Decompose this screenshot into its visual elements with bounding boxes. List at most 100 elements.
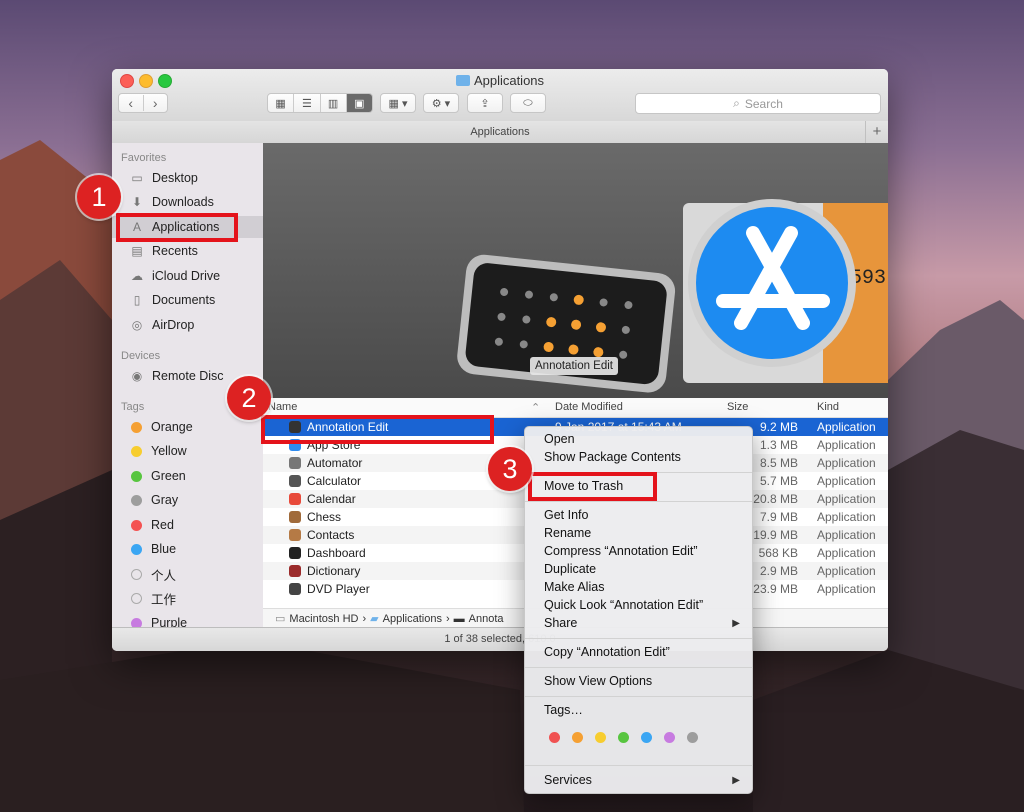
downloads-icon: ⬇ [131, 195, 143, 209]
menu-item-open[interactable]: Open [544, 432, 575, 446]
desktop-icon: ▭ [131, 171, 143, 185]
tag-dot-icon [131, 543, 142, 555]
list-view-button[interactable]: ☰ [294, 94, 321, 112]
menu-item-tags[interactable]: Tags… [544, 703, 583, 717]
column-size[interactable]: Size [727, 401, 748, 413]
arrange-button[interactable]: ▦ ▾ [380, 93, 416, 113]
breadcrumb-app[interactable]: Annota [469, 613, 504, 625]
window-title: Applications [112, 73, 888, 88]
folder-icon [455, 75, 470, 86]
share-button[interactable]: ⇪ [467, 93, 503, 113]
sidebar-tag-personal[interactable]: 个人 [112, 563, 263, 585]
tag-red-dot[interactable] [549, 732, 560, 743]
menu-item-copy[interactable]: Copy “Annotation Edit” [544, 645, 670, 659]
recents-icon: ▤ [131, 244, 143, 258]
app-icon [289, 565, 301, 577]
app-icon [289, 493, 301, 505]
tag-dot-icon [131, 519, 142, 531]
sidebar-tag-gray[interactable]: Gray [112, 489, 263, 511]
app-icon [289, 457, 301, 469]
menu-separator [525, 501, 752, 502]
menu-item-make-alias[interactable]: Make Alias [544, 580, 604, 594]
sidebar-item-icloud[interactable]: ☁ iCloud Drive [112, 265, 263, 287]
sidebar-tag-green[interactable]: Green [112, 465, 263, 487]
documents-icon: ▯ [133, 293, 141, 307]
tag-gray-dot[interactable] [687, 732, 698, 743]
menu-separator [525, 696, 752, 697]
search-field[interactable]: ⌕ Search [635, 93, 881, 114]
menu-item-compress[interactable]: Compress “Annotation Edit” [544, 544, 698, 558]
column-view-button[interactable]: ▥ [321, 94, 347, 112]
menu-item-quick-look[interactable]: Quick Look “Annotation Edit” [544, 598, 703, 612]
step-badge-1: 1 [77, 175, 121, 219]
app-icon [289, 475, 301, 487]
preview-caption: Annotation Edit [530, 357, 619, 375]
view-mode-group: ▦ ☰ ▥ ▣ [267, 93, 373, 113]
app-icon [289, 547, 301, 559]
disc-icon: ◉ [131, 369, 143, 383]
title-bar: Applications ‹ › ▦ ☰ ▥ ▣ ▦ ▾ ⚙ ▾ ⇪ ⬭ ⌕ Se… [112, 69, 888, 122]
sidebar-tag-purple[interactable]: Purple [112, 612, 263, 627]
tag-dot-icon [131, 494, 142, 506]
menu-item-show-package[interactable]: Show Package Contents [544, 450, 681, 464]
sidebar-header-favorites: Favorites [121, 152, 167, 164]
folder-icon: ▰ [370, 613, 379, 625]
icon-view-button[interactable]: ▦ [268, 94, 295, 112]
airdrop-icon: ◎ [131, 318, 143, 332]
menu-item-show-view-options[interactable]: Show View Options [544, 674, 652, 688]
sidebar-item-desktop[interactable]: ▭ Desktop [112, 167, 263, 189]
app-icon [289, 511, 301, 523]
sidebar-tag-blue[interactable]: Blue [112, 538, 263, 560]
column-date[interactable]: Date Modified [555, 401, 623, 413]
back-button[interactable]: ‹ [119, 95, 144, 111]
sidebar-tag-yellow[interactable]: Yellow [112, 440, 263, 462]
new-tab-button[interactable]: + [865, 121, 888, 143]
submenu-arrow-icon: ▶ [732, 775, 740, 786]
menu-item-rename[interactable]: Rename [544, 526, 591, 540]
sidebar-item-documents[interactable]: ▯ Documents [112, 289, 263, 311]
tag-yellow-dot[interactable] [595, 732, 606, 743]
menu-item-services[interactable]: Services [544, 773, 592, 787]
sidebar-tag-orange[interactable]: Orange [112, 416, 263, 438]
highlight-box-annotation-edit [261, 415, 494, 444]
column-kind[interactable]: Kind [817, 401, 839, 413]
menu-item-get-info[interactable]: Get Info [544, 508, 588, 522]
column-name[interactable]: Name [268, 401, 297, 413]
action-gear-button[interactable]: ⚙ ▾ [423, 93, 459, 113]
menu-item-duplicate[interactable]: Duplicate [544, 562, 596, 576]
coverflow-view-button[interactable]: ▣ [346, 94, 372, 112]
sidebar-item-airdrop[interactable]: ◎ AirDrop [112, 314, 263, 336]
sidebar-item-downloads[interactable]: ⬇ Downloads [112, 191, 263, 213]
coverflow-preview: 1593 Annotation Edit [263, 143, 888, 398]
sidebar-tag-work[interactable]: 工作 [112, 587, 263, 609]
tag-green-dot[interactable] [618, 732, 629, 743]
tag-blue-dot[interactable] [641, 732, 652, 743]
highlight-box-move-to-trash [528, 472, 657, 501]
search-icon: ⌕ [733, 96, 740, 110]
sidebar-item-recents[interactable]: ▤ Recents [112, 240, 263, 262]
tag-dot-icon [131, 592, 142, 604]
menu-separator [525, 667, 752, 668]
tag-purple-dot[interactable] [664, 732, 675, 743]
breadcrumb-applications[interactable]: Applications [383, 613, 442, 625]
highlight-box-applications [116, 213, 238, 242]
submenu-arrow-icon: ▶ [732, 618, 740, 629]
breadcrumb-hd[interactable]: Macintosh HD [289, 613, 358, 625]
hard-drive-icon: ▭ [275, 613, 286, 625]
tag-orange-dot[interactable] [572, 732, 583, 743]
menu-item-share[interactable]: Share [544, 616, 577, 630]
breadcrumb-separator: › [445, 612, 450, 625]
edit-tags-button[interactable]: ⬭ [510, 93, 546, 113]
tab-bar: Applications + [112, 121, 888, 144]
tag-dot-icon [131, 445, 142, 457]
menu-separator [525, 765, 752, 766]
sidebar-header-devices: Devices [121, 350, 161, 362]
forward-button[interactable]: › [144, 95, 168, 111]
tag-dot-icon [131, 470, 142, 482]
step-badge-3: 3 [488, 447, 532, 491]
menu-separator [525, 638, 752, 639]
status-bar: 1 of 38 selected, 610.0 [112, 627, 888, 651]
sidebar-header-tags: Tags [121, 401, 145, 413]
sidebar-tag-red[interactable]: Red [112, 514, 263, 536]
tag-dot-icon [131, 568, 142, 580]
